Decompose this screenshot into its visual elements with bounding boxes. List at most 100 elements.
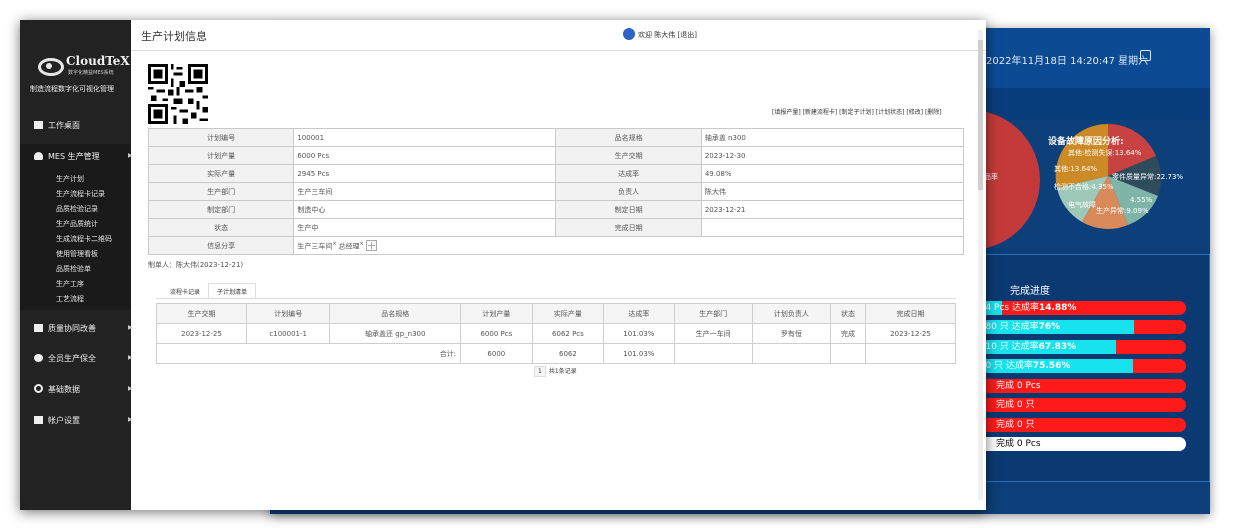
empty-cell [673, 343, 753, 364]
info-row: 实际产量 2945 Pcs 达成率 49.08% [147, 164, 965, 183]
scrollbar[interactable] [978, 30, 983, 500]
subplan-header-row: 生产交期 计划编号 品名规格 计划产量 实际产量 达成率 生产部门 计划负责人 状态 完成日期 [156, 303, 956, 324]
info-value: 2023-12-21 [700, 200, 965, 219]
subnav-item[interactable]: 品质检验记录 [56, 204, 98, 214]
sidebar-item-label: 基础数据 [48, 385, 80, 394]
table-cell: 轴承盖还 gp_n300 [329, 323, 462, 344]
sidebar-item-safety[interactable]: 全员生产保全 ▶ [34, 353, 133, 364]
pie-label: 其他:检测失误:13.64% [1068, 149, 1142, 157]
tab-process-card[interactable]: 流程卡记录 [162, 284, 208, 298]
sidebar-item-mes[interactable]: MES 生产管理 ▶ [34, 151, 133, 162]
table-cell: 2023-12-25 [865, 323, 956, 344]
brand-subtitle: 数字化精益MES系统 [68, 70, 114, 76]
empty-cell [751, 343, 832, 364]
info-label: 完成日期 [555, 218, 702, 237]
subnav-item[interactable]: 生产工序 [56, 279, 84, 289]
table-cell: 6000 Pcs [460, 323, 533, 344]
column-header: 达成率 [603, 303, 675, 324]
subnav-item[interactable]: 生产品质统计 [56, 219, 98, 229]
subnav-item[interactable]: 生产计划 [56, 174, 84, 184]
subnav-item[interactable]: 生产流程卡记录 [56, 189, 105, 199]
progress-title: 完成进度 [1010, 286, 1050, 297]
sidebar: CloudTeX 数字化精益MES系统 制造流程数字化可视化管理 工作桌面 ME… [20, 20, 133, 510]
sidebar-item-basic[interactable]: 基础数据 ▶ [34, 384, 133, 395]
action-links[interactable]: [填报产量] [新建流程卡] [制定子计划] [计划状态] [修改] [删除] [772, 107, 942, 116]
sidebar-item-label: 工作桌面 [48, 121, 80, 130]
logout-link[interactable]: [退出] [677, 31, 696, 39]
remove-tag-icon[interactable]: × [360, 241, 364, 247]
tab-divider [156, 298, 956, 299]
table-row[interactable]: 2023-12-25 c100001-1 轴承盖还 gp_n300 6000 Pcs 6… [156, 323, 956, 344]
table-cell: 罗有恒 [751, 323, 832, 344]
progress-rate: 75.56% [1032, 361, 1071, 371]
record-count: 共1条记录 [548, 368, 577, 375]
info-row: 制定部门 制造中心 制定日期 2023-12-21 [147, 200, 965, 219]
total-cell: 101.03% [603, 343, 675, 364]
subnav-item[interactable]: 生成流程卡二维码 [56, 234, 112, 244]
progress-label: 完成 0 只 [996, 420, 1035, 430]
info-value: 制造中心 [293, 200, 557, 219]
table-cell: 6062 Pcs [531, 323, 605, 344]
target-icon [34, 384, 43, 393]
progress-bar: 完成 0 Pcs [970, 437, 1186, 451]
subplan-table: 生产交期 计划编号 品名规格 计划产量 实际产量 达成率 生产部门 计划负责人 状态 完成日期 2… [155, 303, 956, 364]
info-label: 品名规格 [555, 128, 702, 147]
user-icon [623, 28, 635, 40]
main-window: CloudTeX 数字化精益MES系统 制造流程数字化可视化管理 工作桌面 ME… [20, 20, 986, 510]
column-header: 品名规格 [329, 303, 462, 324]
info-value: 陈大伟 [700, 182, 965, 201]
column-header: 实际产量 [531, 303, 605, 324]
column-header: 生产部门 [673, 303, 753, 324]
progress-rate: 14.88% [1038, 303, 1077, 313]
sidebar-item-workbench[interactable]: 工作桌面 [34, 120, 80, 131]
home-icon [34, 121, 43, 129]
table-cell: 101.03% [603, 323, 675, 344]
info-label: 生产交期 [555, 146, 702, 165]
add-share-icon[interactable] [365, 239, 377, 251]
progress-label: 完成 0 Pcs [996, 381, 1041, 391]
sidebar-item-quality[interactable]: 质量协同改善 ▶ [34, 323, 133, 334]
progress-label: 完成 0 只 [996, 400, 1035, 410]
gear-icon [34, 354, 43, 362]
pagination: 1 共1条记录 [534, 366, 577, 377]
empty-cell [830, 343, 866, 364]
share-tag[interactable]: 总经理× [339, 241, 364, 251]
info-row: 计划编号 100001 品名规格 轴承盖 n300 [147, 128, 965, 147]
progress-bar: 2280 只 达成率76% [970, 320, 1186, 334]
tab-subplan-list[interactable]: 子计划清单 [208, 283, 257, 299]
column-header: 生产交期 [156, 303, 247, 324]
column-header: 计划产量 [460, 303, 533, 324]
info-value [700, 218, 965, 237]
table-cell: 2023-12-25 [156, 323, 247, 344]
users-icon [34, 416, 43, 424]
progress-bar: 完成 0 只 [970, 398, 1186, 412]
table-cell: c100001-1 [245, 323, 331, 344]
chevron-right-icon: ▶ [128, 385, 133, 392]
sidebar-item-account[interactable]: 帐户设置 ▶ [34, 415, 133, 426]
pie-label: 生产异常:9.09% [1096, 207, 1149, 215]
pie-label: 其他:13.64% [1054, 165, 1098, 173]
remove-tag-icon[interactable]: × [332, 241, 336, 247]
info-row: 计划产量 6000 Pcs 生产交期 2023-12-30 [147, 146, 965, 165]
page-number[interactable]: 1 [534, 366, 546, 377]
subnav-item[interactable]: 品质检验单 [56, 264, 91, 274]
share-tag[interactable]: 生产三车间× [297, 241, 336, 251]
welcome-text: 欢迎 陈大伟 [638, 31, 676, 39]
sidebar-item-label: 全员生产保全 [48, 354, 96, 363]
table-cell: 生产一车间 [673, 323, 753, 344]
chevron-right-icon: ▶ [128, 152, 133, 159]
table-cell: 完成 [830, 323, 866, 344]
subnav-item[interactable]: 工艺流程 [56, 294, 84, 304]
share-tags: 生产三车间× 总经理× [293, 236, 964, 255]
logo: CloudTeX 数字化精益MES系统 [38, 54, 130, 78]
pie-label: 检测不合格:4.35% [1054, 183, 1114, 191]
info-label: 达成率 [555, 164, 702, 183]
total-row: 合计: 6000 6062 101.03% [155, 343, 956, 364]
subnav-item[interactable]: 使用管理看板 [56, 249, 98, 259]
scrollbar-thumb[interactable] [978, 40, 983, 190]
progress-bar: 5410 只 达成率67.83% [970, 340, 1186, 354]
sidebar-item-label: MES 生产管理 [48, 152, 100, 161]
pie-title: 设备故障原因分析: [1048, 137, 1124, 147]
share-tag-label: 总经理 [338, 242, 360, 251]
share-tag-label: 生产三车间 [297, 242, 333, 251]
